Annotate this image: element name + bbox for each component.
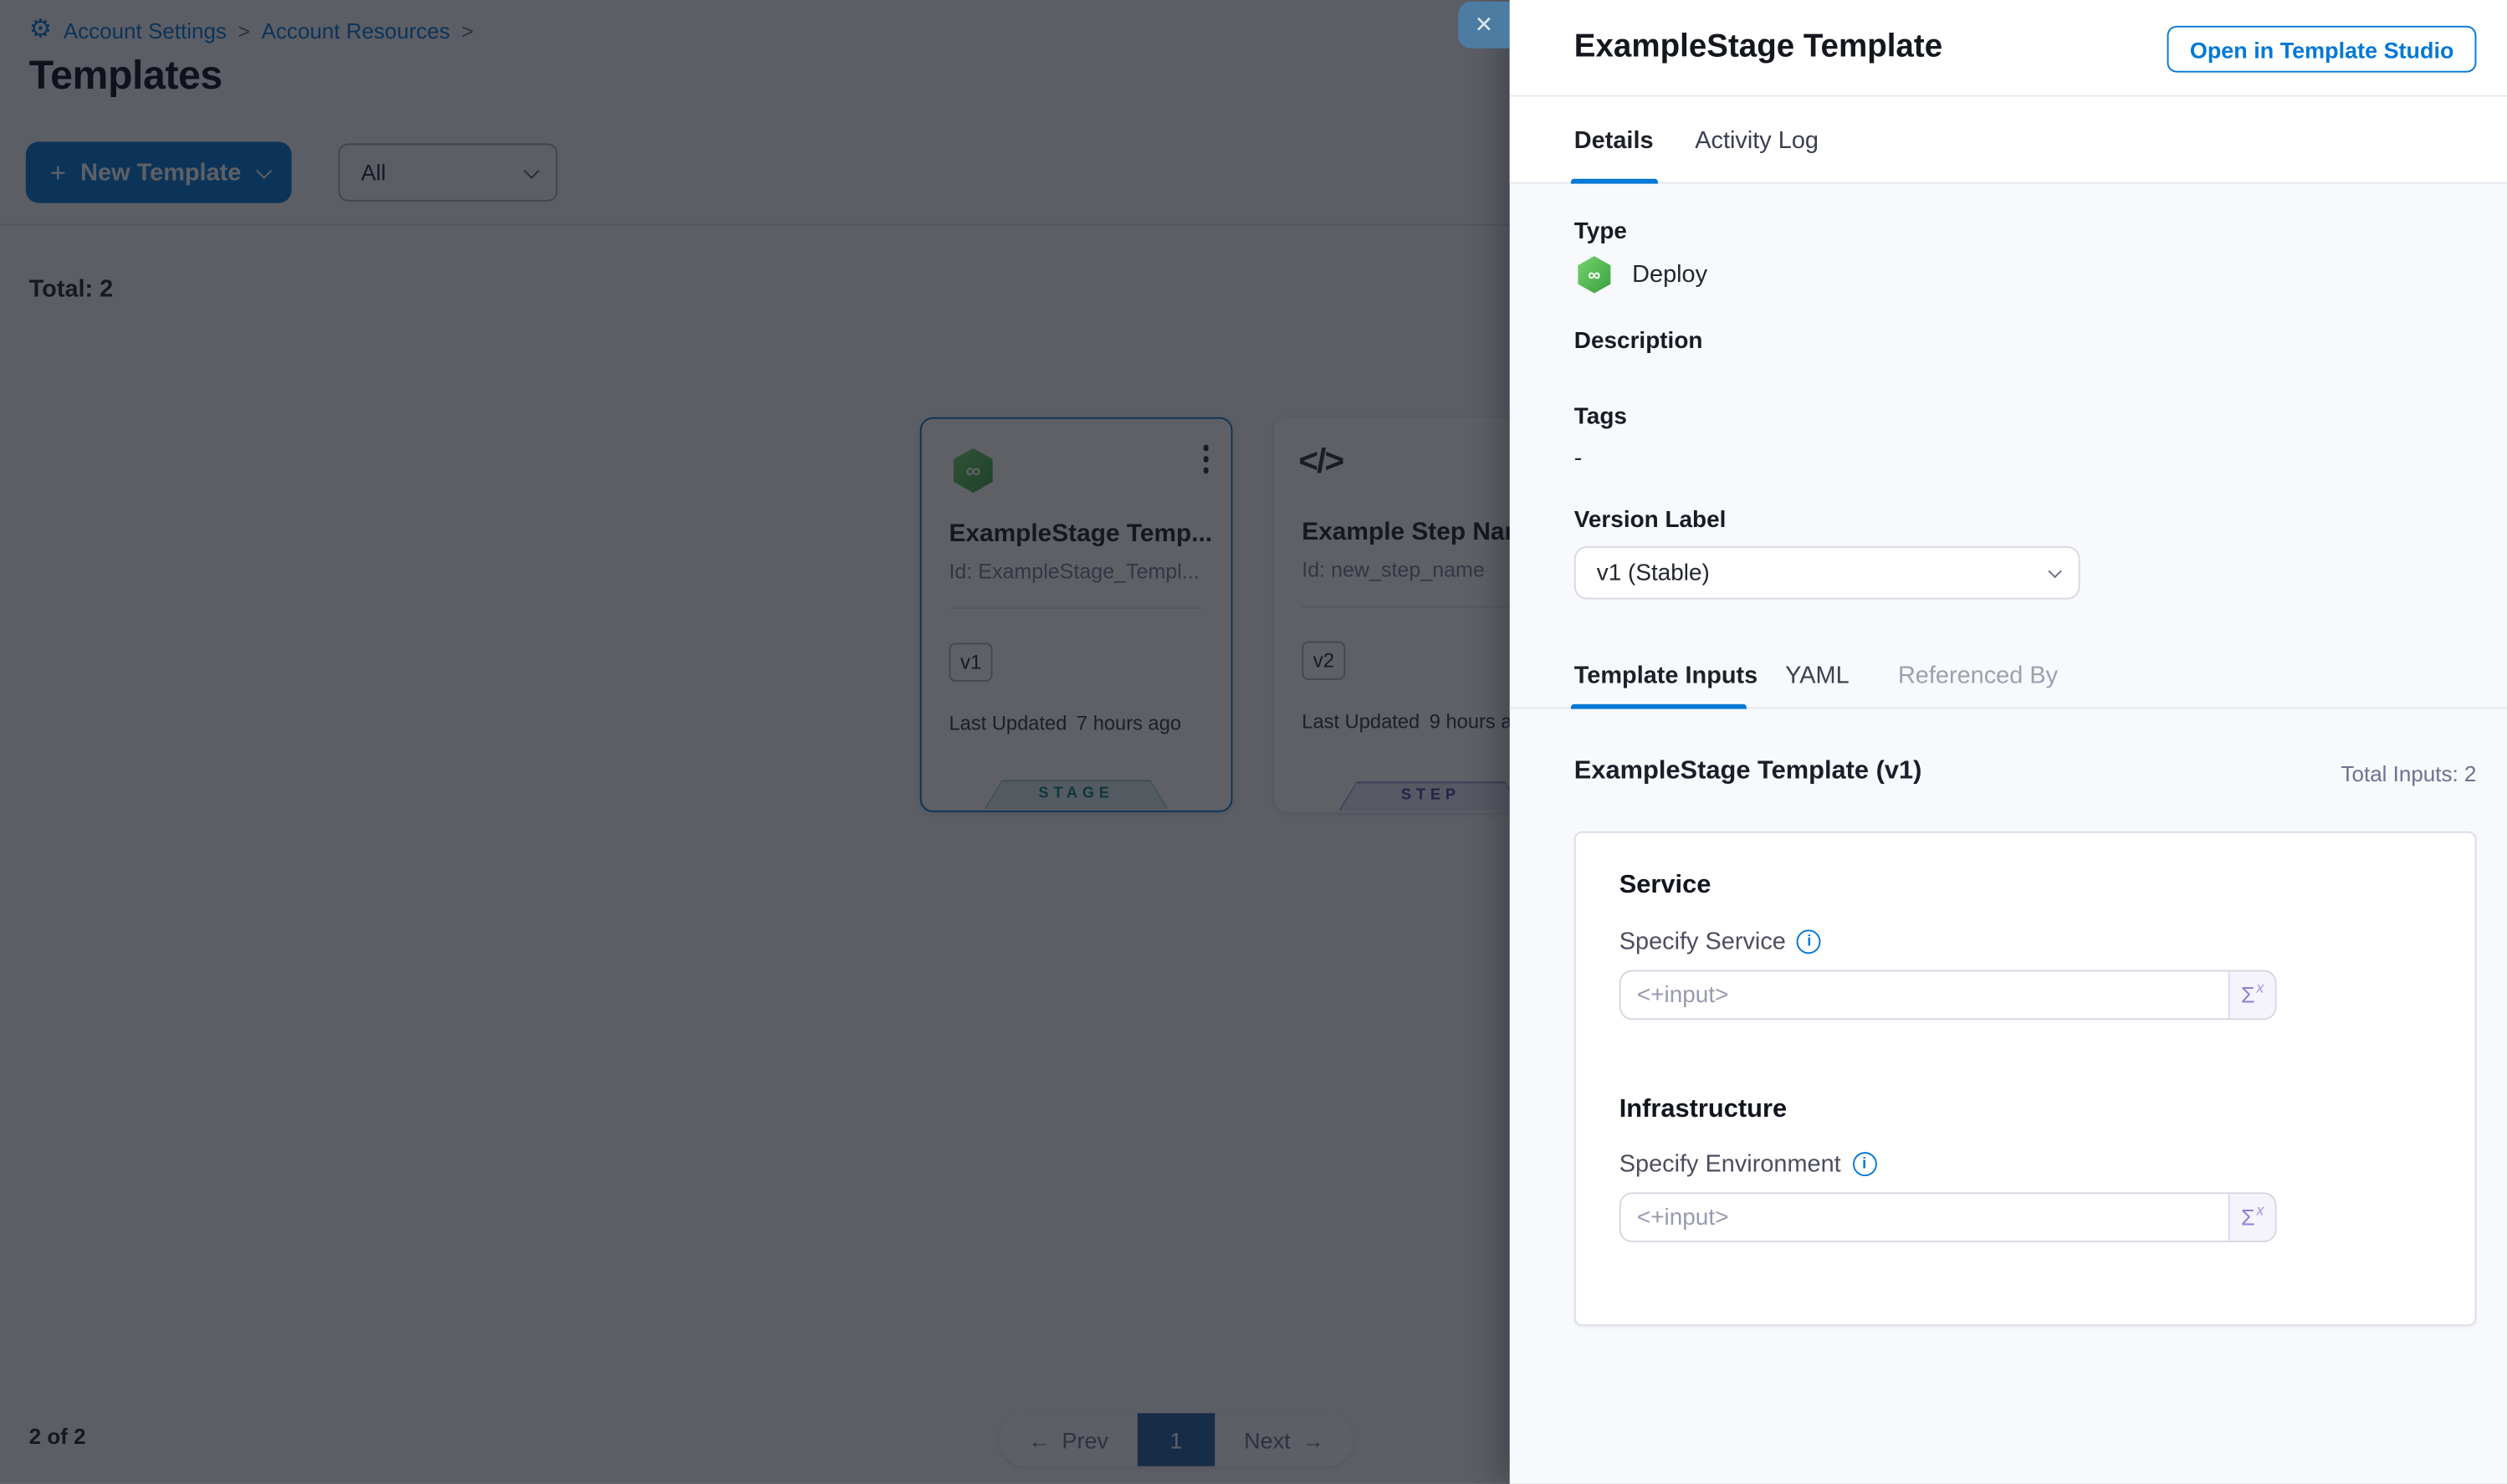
type-label: Type <box>1574 219 1627 245</box>
inputs-tab-bar: Template Inputs YAML Referenced By <box>1510 652 2507 709</box>
drawer-title: ExampleStage Template <box>1574 29 1942 66</box>
active-tab-underline <box>1571 704 1747 709</box>
template-details-drawer: ✕ ExampleStage Template Open in Template… <box>1510 0 2507 1484</box>
runtime-input-type-button[interactable]: Σx <box>2228 1194 2275 1241</box>
total-inputs-label: Total Inputs: 2 <box>2341 762 2477 786</box>
drawer-header: ExampleStage Template Open in Template S… <box>1510 0 2507 97</box>
specify-environment-input[interactable] <box>1621 1194 2228 1241</box>
active-tab-underline <box>1571 179 1658 184</box>
deploy-hexagon-icon: ∞ <box>1574 254 1614 294</box>
drawer-tab-bar: Details Activity Log <box>1510 97 2507 184</box>
type-value: Deploy <box>1632 261 1707 289</box>
tags-label: Tags <box>1574 404 1627 430</box>
tab-activity-log[interactable]: Activity Log <box>1695 127 1819 155</box>
version-label: Version Label <box>1574 508 1727 534</box>
version-select-value: v1 (Stable) <box>1597 560 1710 586</box>
tab-template-inputs[interactable]: Template Inputs <box>1574 663 1757 690</box>
version-select[interactable]: v1 (Stable) <box>1574 546 2080 600</box>
infrastructure-section-title: Infrastructure <box>1619 1096 1787 1125</box>
specify-environment-label: Specify Environment i <box>1619 1150 1876 1178</box>
specify-environment-input-group: Σx <box>1619 1192 2277 1242</box>
tab-referenced-by[interactable]: Referenced By <box>1898 663 2058 690</box>
tags-value: - <box>1574 445 1583 473</box>
chevron-down-icon <box>2048 564 2061 577</box>
service-section-title: Service <box>1619 872 1711 901</box>
app-root: ⚙ Account Settings > Account Resources >… <box>0 0 2507 1484</box>
open-template-studio-button[interactable]: Open in Template Studio <box>2167 26 2477 73</box>
sigma-icon: Σx <box>2241 1202 2264 1233</box>
tab-details[interactable]: Details <box>1574 127 1654 155</box>
sigma-icon: Σx <box>2241 980 2264 1011</box>
specify-service-input[interactable] <box>1621 971 2228 1018</box>
info-icon[interactable]: i <box>1852 1152 1876 1176</box>
template-inputs-card: Service Specify Service i Σx Infrastruct… <box>1574 832 2477 1326</box>
specify-service-input-group: Σx <box>1619 970 2277 1021</box>
close-drawer-button[interactable]: ✕ <box>1458 2 1510 49</box>
specify-service-label: Specify Service i <box>1619 928 1821 955</box>
runtime-input-type-button[interactable]: Σx <box>2228 971 2275 1018</box>
svg-text:∞: ∞ <box>1588 266 1600 285</box>
inputs-heading: ExampleStage Template (v1) <box>1574 757 1922 786</box>
description-label: Description <box>1574 329 1703 355</box>
close-icon: ✕ <box>1475 11 1494 38</box>
info-icon[interactable]: i <box>1797 929 1821 954</box>
type-value-row: ∞ Deploy <box>1574 254 1707 294</box>
tab-yaml[interactable]: YAML <box>1785 663 1850 690</box>
